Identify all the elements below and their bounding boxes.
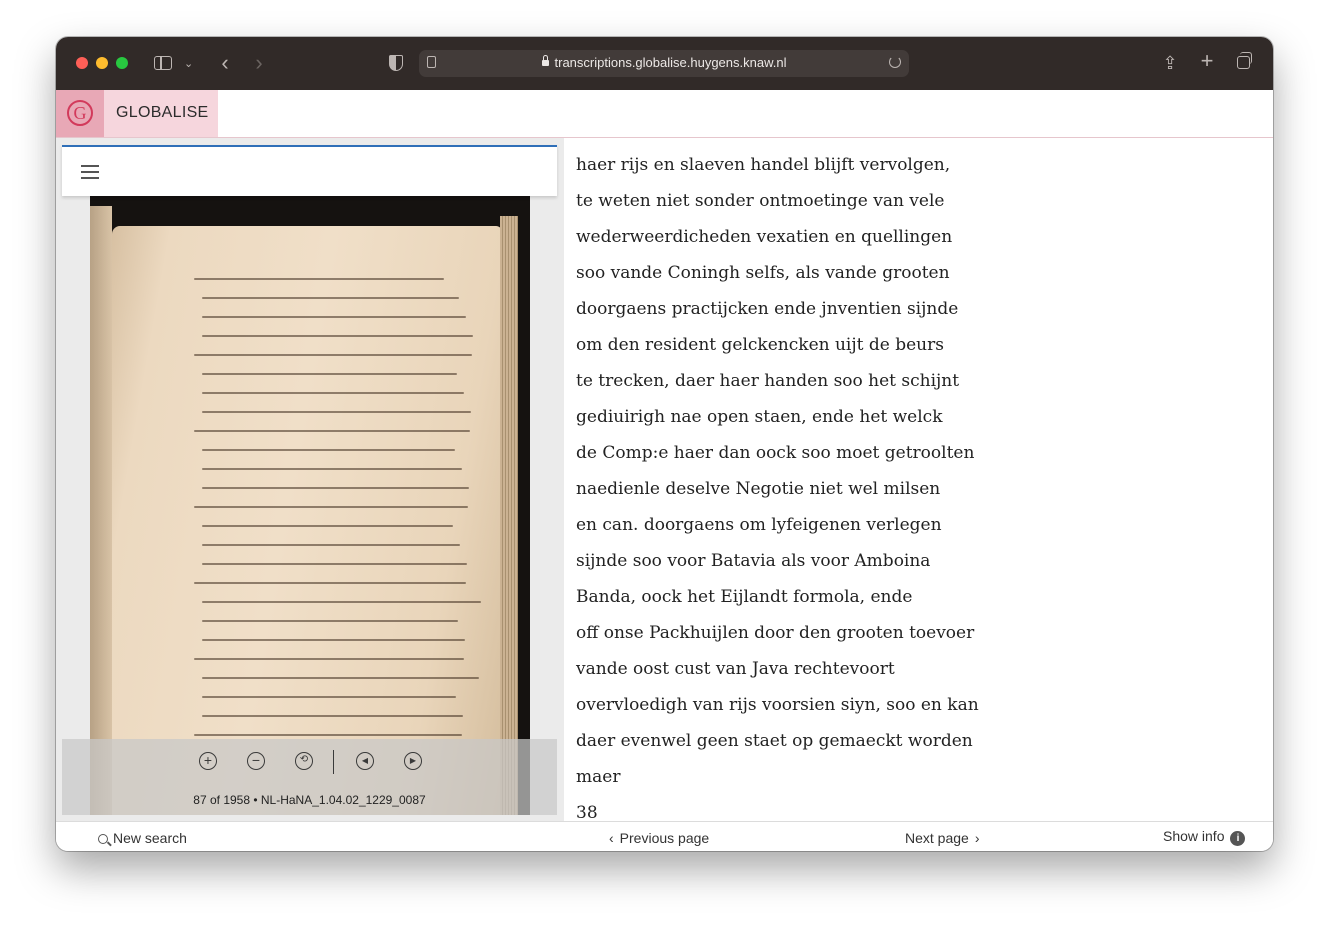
app-header: G GLOBALISE xyxy=(56,90,1273,138)
address-bar[interactable]: transcriptions.globalise.huygens.knaw.nl xyxy=(419,50,909,77)
transcription-line: haer rijs en slaeven handel blijft vervo… xyxy=(576,155,951,175)
tab-overview-icon[interactable] xyxy=(1237,52,1252,69)
url-text: transcriptions.globalise.huygens.knaw.nl xyxy=(554,55,787,70)
lock-icon xyxy=(541,55,549,66)
logo[interactable]: G xyxy=(56,90,104,137)
handwriting-line xyxy=(202,468,462,470)
handwriting-line xyxy=(202,297,459,299)
browser-titlebar: ⌄ ‹ › transcriptions.globalise.huygens.k… xyxy=(56,37,1273,90)
handwriting-line xyxy=(194,278,444,280)
transcription-line: 38 xyxy=(576,803,598,821)
brand-name: GLOBALISE xyxy=(116,104,209,121)
handwriting-line xyxy=(202,335,473,337)
next-icon[interactable]: ▶ xyxy=(404,752,422,770)
search-icon xyxy=(98,834,108,844)
chevron-down-icon[interactable]: ⌄ xyxy=(184,52,193,76)
page-count: 87 of 1958 • NL-HaNA_1.04.02_1229_0087 xyxy=(193,793,426,807)
forward-arrow-icon[interactable]: › xyxy=(250,51,268,75)
previous-page-label: Previous page xyxy=(619,830,710,846)
facing-page-edge xyxy=(90,206,112,815)
handwriting-line xyxy=(194,506,468,508)
menu-icon[interactable] xyxy=(81,165,99,179)
handwriting-line xyxy=(202,487,469,489)
transcription-line: daer evenwel geen staet op gemaeckt word… xyxy=(576,731,973,751)
brand-tab[interactable]: GLOBALISE xyxy=(104,90,218,137)
transcription-line: en can. doorgaens om lyfeigenen verlegen xyxy=(576,515,942,535)
reset-zoom-icon[interactable]: ⟲ xyxy=(295,752,313,770)
transcription-panel: haer rijs en slaeven handel blijft vervo… xyxy=(564,138,1273,821)
manuscript-page xyxy=(112,226,502,815)
handwriting-line xyxy=(202,411,471,413)
privacy-shield-icon[interactable] xyxy=(389,55,403,71)
handwriting-line xyxy=(202,639,465,641)
transcription-line: te trecken, daer haer handen soo het sch… xyxy=(576,371,960,391)
close-window-button[interactable] xyxy=(76,57,88,69)
next-page-button[interactable]: Next page › xyxy=(905,830,980,846)
handwriting-line xyxy=(194,734,462,736)
reload-icon[interactable] xyxy=(889,56,901,68)
globalise-logo-icon: G xyxy=(67,100,93,126)
controls-divider xyxy=(333,750,334,774)
page-stack-edge xyxy=(500,216,518,815)
chevron-right-icon: › xyxy=(974,830,980,846)
transcription-line: overvloedigh van rijs voorsien siyn, soo… xyxy=(576,695,979,715)
handwriting-line xyxy=(202,392,464,394)
transcription-line: maer xyxy=(576,767,621,787)
handwriting-line xyxy=(202,316,466,318)
zoom-out-icon[interactable]: − xyxy=(247,752,265,770)
transcription-line: off onse Packhuijlen door den grooten to… xyxy=(576,623,975,643)
viewer-toolbar xyxy=(62,145,557,196)
chevron-left-icon: ‹ xyxy=(609,830,614,846)
zoom-in-icon[interactable]: + xyxy=(199,752,217,770)
transcription-line: naedienle deselve Negotie niet wel milse… xyxy=(576,479,941,499)
handwriting-line xyxy=(194,354,472,356)
handwriting-line xyxy=(202,696,456,698)
show-info-label: Show info xyxy=(1163,828,1225,844)
handwriting-line xyxy=(194,582,466,584)
browser-window: ⌄ ‹ › transcriptions.globalise.huygens.k… xyxy=(56,37,1273,851)
scan-viewer-panel: + − ⟲ ◀ ▶ 87 of 1958 • NL-HaNA_1.04.02_1… xyxy=(56,138,564,821)
new-search-button[interactable]: New search xyxy=(98,830,187,846)
transcription-line: te weten niet sonder ontmoetinge van vel… xyxy=(576,191,945,211)
handwriting-line xyxy=(202,620,458,622)
handwriting-line xyxy=(202,525,453,527)
previous-icon[interactable]: ◀ xyxy=(356,752,374,770)
handwriting-line xyxy=(202,677,479,679)
info-icon: i xyxy=(1230,831,1246,846)
share-icon[interactable]: ⇪ xyxy=(1160,51,1180,75)
handwriting-line xyxy=(202,715,463,717)
next-page-label: Next page xyxy=(905,830,969,846)
show-info-button[interactable]: Show info i xyxy=(1163,828,1246,846)
transcription-line: gediuirigh nae open staen, ende het welc… xyxy=(576,407,943,427)
handwriting-line xyxy=(202,601,481,603)
handwriting-line xyxy=(202,449,455,451)
transcription-line: vande oost cust van Java rechtevoort xyxy=(576,659,895,679)
sidebar-toggle-icon[interactable] xyxy=(154,56,172,70)
transcription-line: soo vande Coningh selfs, als vande groot… xyxy=(576,263,950,283)
transcription-line: wederweerdicheden vexatien en quellingen xyxy=(576,227,953,247)
minimize-window-button[interactable] xyxy=(96,57,108,69)
transcription-line: Banda, oock het Eijlandt formola, ende xyxy=(576,587,913,607)
transcription-line: om den resident gelckencken uijt de beur… xyxy=(576,335,944,355)
zoom-window-button[interactable] xyxy=(116,57,128,69)
new-search-label: New search xyxy=(113,830,187,846)
handwriting-line xyxy=(202,373,457,375)
bottom-bar: New search ‹ Previous page Next page › Sho… xyxy=(56,821,1273,851)
handwriting-line xyxy=(202,544,460,546)
back-arrow-icon[interactable]: ‹ xyxy=(216,51,234,75)
handwriting-line xyxy=(194,430,470,432)
manuscript-scan-image[interactable] xyxy=(90,196,530,815)
transcription-line: de Comp:e haer dan oock soo moet getrool… xyxy=(576,443,975,463)
handwriting-line xyxy=(202,563,467,565)
new-tab-icon[interactable]: + xyxy=(1197,49,1217,73)
transcription-line: doorgaens practijcken ende jnventien sij… xyxy=(576,299,959,319)
cut-off-line xyxy=(576,138,581,146)
viewer-controls: + − ⟲ ◀ ▶ 87 of 1958 • NL-HaNA_1.04.02_1… xyxy=(62,739,557,815)
handwriting-line xyxy=(194,658,464,660)
previous-page-button[interactable]: ‹ Previous page xyxy=(609,830,709,846)
transcription-line: sijnde soo voor Batavia als voor Amboina xyxy=(576,551,931,571)
